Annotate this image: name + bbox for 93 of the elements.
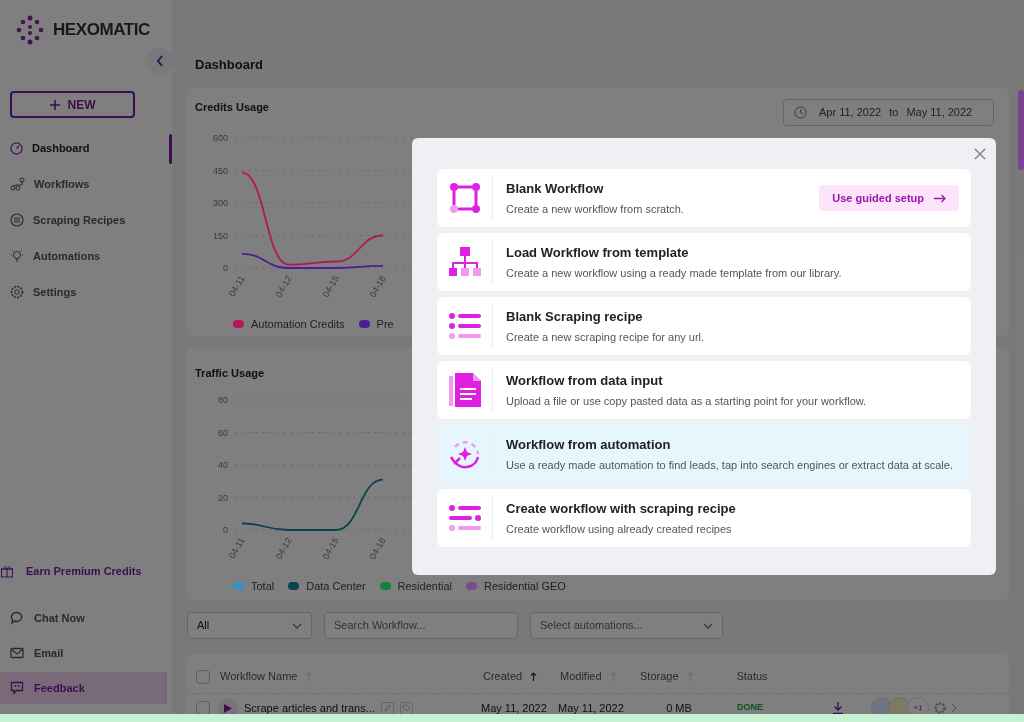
axis-tick-label: 60 — [218, 427, 228, 438]
page-title: Dashboard — [194, 56, 264, 75]
logo-icon — [15, 15, 45, 45]
new-button[interactable]: NEW — [10, 91, 135, 118]
status-label: DONE — [736, 701, 764, 715]
sidebar-link[interactable]: Chat Now — [0, 602, 167, 634]
status-select[interactable]: All — [187, 612, 312, 639]
option-description: Use a ready made automation to find leads, tap into search engines or extract data at scale. — [506, 457, 954, 473]
option-title: Load Workflow from template — [506, 244, 690, 263]
hierarchy-icon — [448, 247, 481, 277]
envelope-icon — [10, 647, 24, 659]
axis-tick-label: 450 — [212, 165, 228, 176]
axis-tick-label: 40 — [218, 460, 228, 470]
automations-select[interactable]: Select automations... — [530, 612, 723, 639]
option-title: Blank Workflow — [506, 180, 605, 199]
table-cell-text: May 11, 2022 — [558, 700, 625, 716]
legend-label: Total — [251, 579, 275, 594]
legend-label: Pre — [376, 317, 394, 332]
close-button[interactable] — [972, 146, 988, 162]
column-header[interactable]: Status — [736, 668, 768, 685]
axis-tick-label: 150 — [212, 230, 228, 241]
plus-icon — [49, 99, 60, 110]
feedback-icon — [10, 681, 24, 695]
legend-label: Residential — [397, 579, 452, 594]
settings-icon — [10, 285, 24, 299]
column-header[interactable]: Storage — [640, 668, 679, 685]
nav-item[interactable]: Automations — [10, 247, 101, 265]
axis-tick-label: 80 — [218, 395, 228, 405]
arrow-right-icon — [934, 193, 946, 203]
legend-label: Automation Credits — [251, 317, 345, 332]
guided-setup-button[interactable]: Use guided setup — [819, 185, 959, 211]
workflow-nodes-icon — [448, 182, 481, 214]
chat-bubble-icon — [10, 611, 24, 625]
clock-icon — [794, 106, 807, 119]
settings-icon[interactable] — [934, 702, 946, 714]
axis-tick-label: 600 — [212, 133, 228, 143]
workflow-name[interactable]: Scrape articles and trans... — [244, 699, 375, 717]
document-icon — [448, 373, 481, 407]
search-field[interactable]: Search Workflow... — [324, 612, 518, 639]
option-description: Create a new workflow from scratch. — [506, 201, 685, 217]
promo-link[interactable]: Earn Premium Credits — [0, 555, 167, 587]
workflow-icon — [10, 177, 25, 191]
option-title: Workflow from automation — [506, 436, 672, 455]
option-card[interactable]: Create workflow with scraping recipe Create workflow using already created recipes — [437, 489, 971, 547]
option-title: Blank Scraping recipe — [506, 308, 644, 327]
option-card[interactable]: Blank Workflow Create a new workflow from scratch. Use guided setup — [437, 169, 971, 227]
chevron-down-icon — [703, 622, 713, 629]
play-icon — [224, 703, 232, 713]
table-cell-text: May 11, 2022 — [481, 700, 548, 716]
table-cell-text: 0 MB — [665, 700, 693, 716]
column-header[interactable]: Modified — [560, 668, 602, 685]
option-card[interactable]: Load Workflow from template Create a new workflow using a ready made template from our library. — [437, 233, 971, 291]
gift-icon — [0, 564, 14, 578]
collapse-button[interactable] — [147, 48, 173, 74]
legend-label: Residential GEO — [484, 579, 566, 594]
axis-tick-label: 300 — [212, 198, 228, 208]
sparkle-refresh-icon — [448, 438, 481, 470]
option-description: Create a new workflow using a ready made template from our library. — [506, 265, 843, 281]
list-circle-icon — [10, 213, 24, 227]
axis-tick-label: 20 — [218, 492, 228, 503]
lightbulb-icon — [10, 249, 24, 263]
sidebar-link[interactable]: Email — [0, 637, 167, 669]
date-range-field[interactable]: Apr 11, 2022 to May 11, 2022 — [783, 99, 994, 126]
list-icon — [448, 313, 481, 339]
nav-item[interactable]: Settings — [10, 283, 77, 301]
option-card[interactable]: Blank Scraping recipe Create a new scraping recipe for any url. — [437, 297, 971, 355]
dashboard-gauge-icon — [10, 141, 23, 155]
logo-text: HEXOMATIC — [53, 19, 150, 42]
nav-item[interactable]: Workflows — [10, 175, 90, 193]
legend-label: Data Center — [306, 579, 366, 594]
option-description: Upload a file or use copy pasted data as a starting point for your workflow. — [506, 393, 868, 409]
chevron-right-icon[interactable] — [951, 703, 957, 713]
option-description: Create a new scraping recipe for any url. — [506, 329, 706, 345]
checkbox[interactable] — [196, 701, 210, 715]
nav-item[interactable]: Dashboard — [10, 139, 90, 157]
sidebar-link[interactable]: Feedback — [0, 672, 167, 704]
card-title: Credits Usage — [195, 100, 269, 115]
column-header[interactable]: Created — [483, 668, 523, 685]
chevron-down-icon — [292, 622, 302, 629]
card-title: Traffic Usage — [195, 367, 265, 379]
chevron-left-icon — [156, 55, 164, 67]
option-title: Workflow from data input — [506, 372, 664, 391]
column-header[interactable]: Workflow Name — [220, 668, 298, 685]
download-icon[interactable] — [833, 702, 843, 714]
nav-item[interactable]: Scraping Recipes — [10, 211, 126, 229]
option-card[interactable]: Workflow from data input Upload a file or use copy pasted data as a starting point for your workflow. — [437, 361, 971, 419]
active-indicator — [169, 134, 172, 164]
option-card[interactable]: Workflow from automation Use a ready made automation to find leads, tap into search engines or extract data at scale. — [437, 425, 971, 483]
recipe-list-icon — [448, 505, 481, 531]
checkbox[interactable] — [196, 669, 210, 684]
option-title: Create workflow with scraping recipe — [506, 500, 737, 519]
option-description: Create workflow using already created recipes — [506, 521, 733, 537]
close-icon — [974, 148, 986, 160]
